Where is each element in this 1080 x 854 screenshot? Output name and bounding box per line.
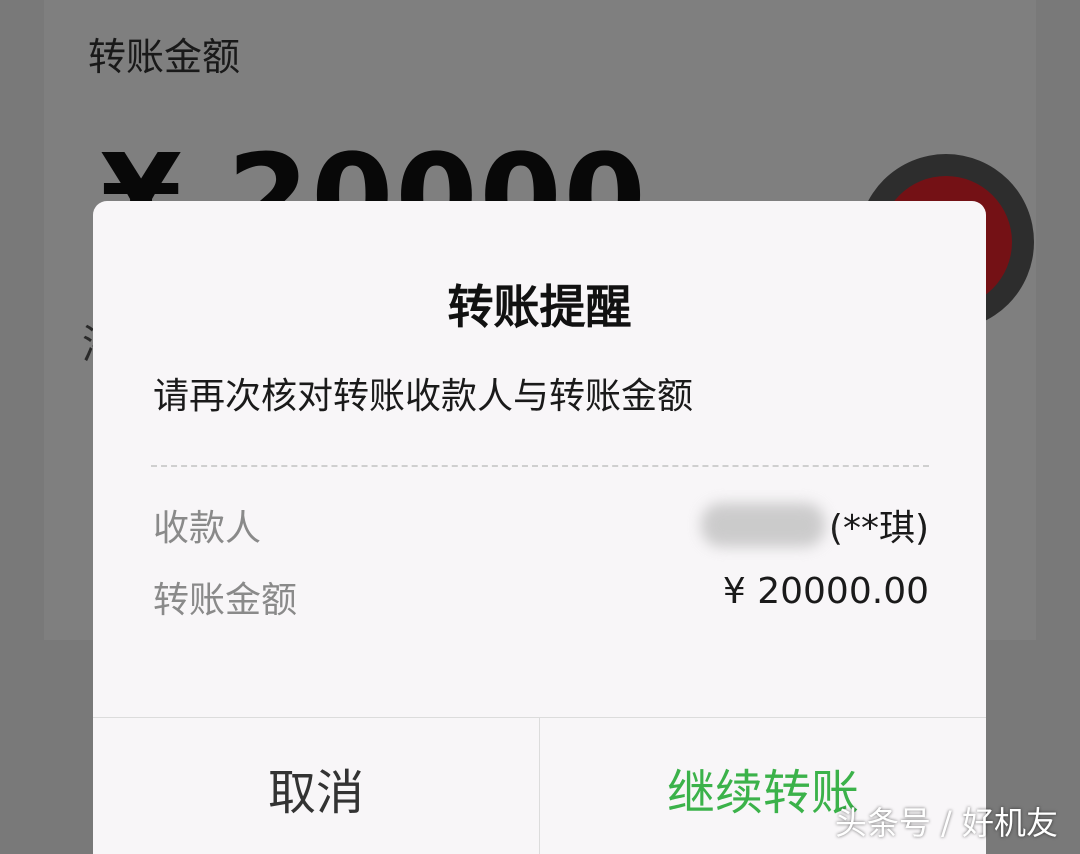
dialog-title: 转账提醒 — [447, 280, 632, 334]
payee-row: 收款人 (**琪) — [153, 499, 929, 555]
dialog-message: 请再次核对转账收款人与转账金额 — [153, 376, 694, 417]
transfer-confirm-dialog: 转账提醒 请再次核对转账收款人与转账金额 收款人 (**琪) 转账金额 ¥ 20… — [93, 201, 986, 854]
payee-masked-name: (**琪) — [828, 508, 929, 549]
amount-row: 转账金额 ¥ 20000.00 — [153, 571, 929, 627]
payee-label: 收款人 — [153, 508, 262, 549]
blurred-name — [700, 503, 825, 547]
amount-row-value: ¥ 20000.00 — [722, 571, 929, 612]
payee-value: (**琪) — [700, 499, 929, 551]
cancel-button[interactable]: 取消 — [93, 718, 539, 854]
watermark: 头条号 / 好机友 — [834, 804, 1058, 842]
amount-row-label: 转账金额 — [153, 580, 298, 621]
dashed-divider — [151, 465, 929, 467]
